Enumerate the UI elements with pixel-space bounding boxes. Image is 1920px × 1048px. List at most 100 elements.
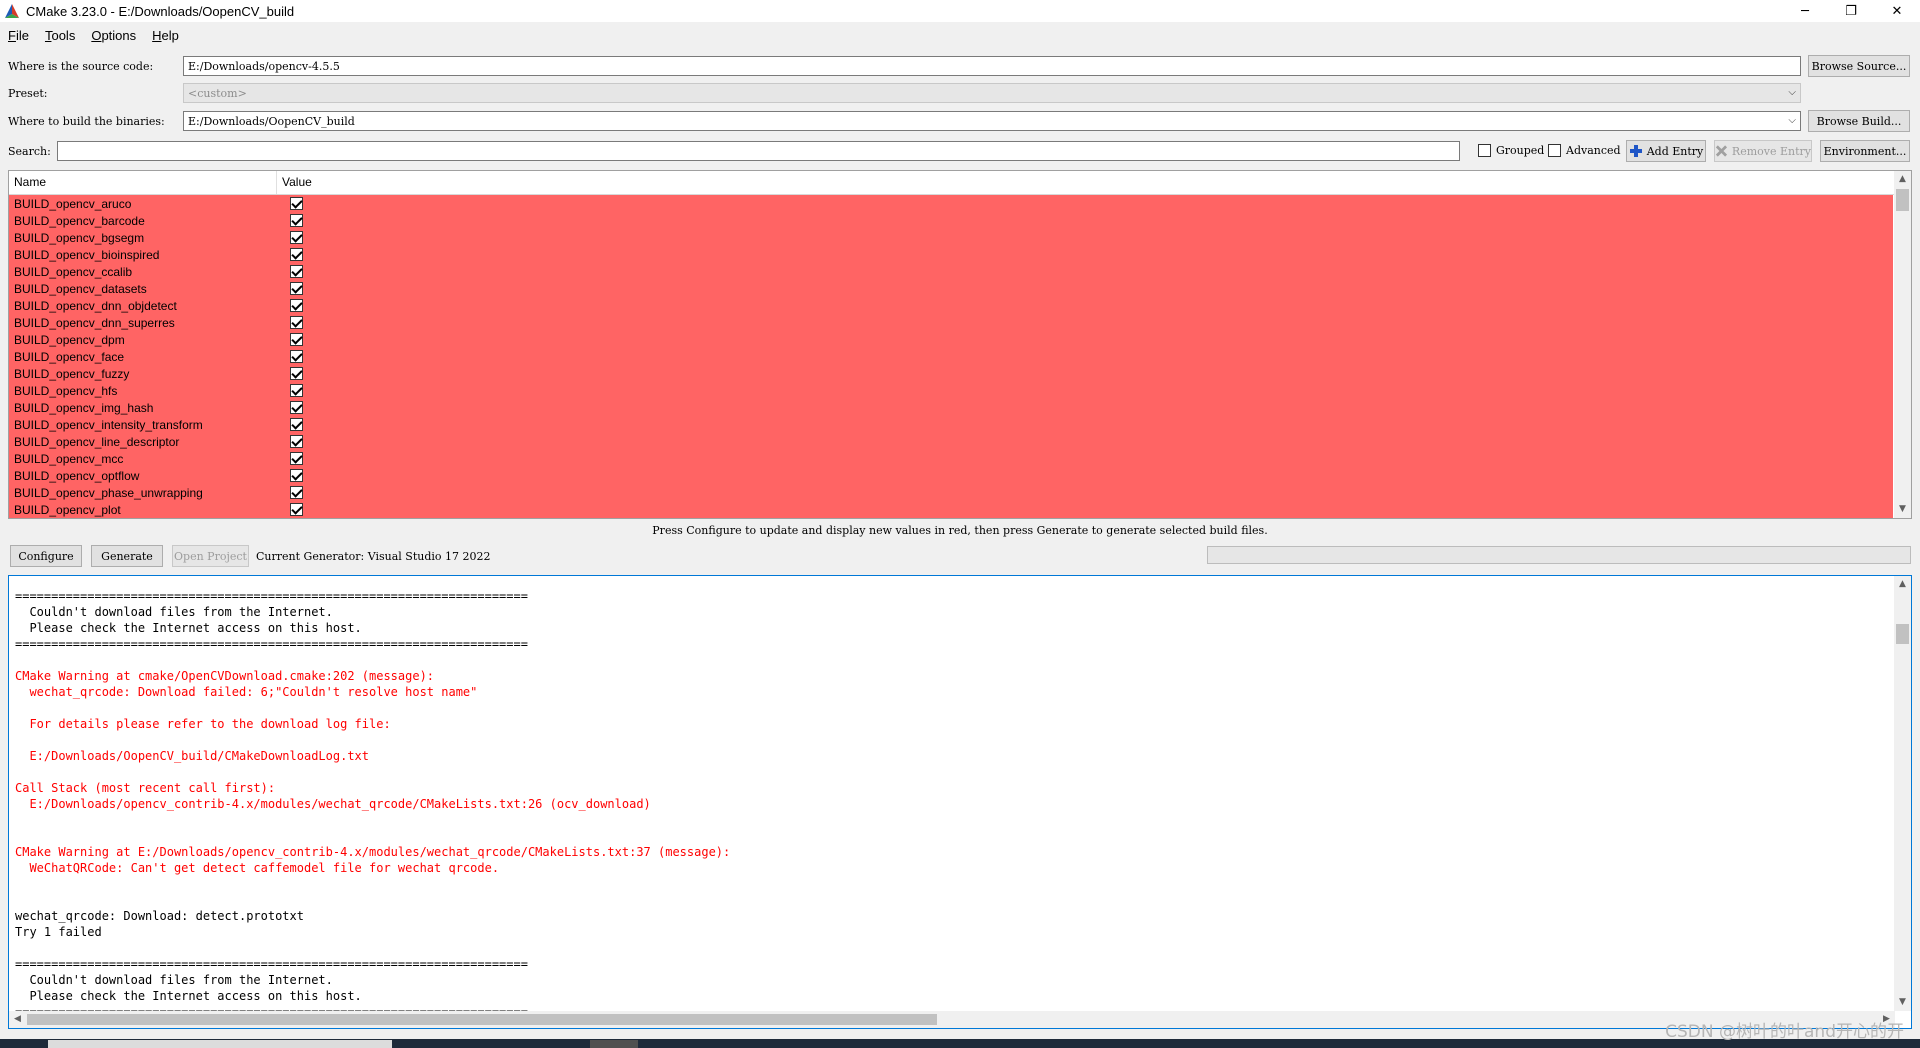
cache-entry-name: BUILD_opencv_ccalib	[14, 264, 133, 279]
table-row[interactable]: BUILD_opencv_intensity_transform	[9, 416, 1893, 433]
table-row[interactable]: BUILD_opencv_ccalib	[9, 263, 1893, 280]
cache-entry-value	[277, 401, 1893, 414]
scroll-up-icon[interactable]: ▲	[1894, 576, 1911, 593]
value-checkbox[interactable]	[290, 367, 303, 380]
value-checkbox[interactable]	[290, 486, 303, 499]
source-label: Where is the source code:	[8, 60, 154, 73]
table-row[interactable]: BUILD_opencv_aruco	[9, 195, 1893, 212]
table-row[interactable]: BUILD_opencv_bgsegm	[9, 229, 1893, 246]
log-warning-line: E:/Downloads/opencv_contrib-4.x/modules/…	[15, 797, 651, 811]
cache-entry-value	[277, 452, 1893, 465]
cache-entry-name: BUILD_opencv_optflow	[14, 468, 140, 483]
table-row[interactable]: BUILD_opencv_bioinspired	[9, 246, 1893, 263]
table-row[interactable]: BUILD_opencv_dpm	[9, 331, 1893, 348]
advanced-checkbox[interactable]: Advanced	[1548, 144, 1621, 157]
value-checkbox[interactable]	[290, 248, 303, 261]
search-input[interactable]	[57, 141, 1460, 161]
menu-options[interactable]: Options	[83, 28, 144, 43]
value-checkbox[interactable]	[290, 401, 303, 414]
configure-hint: Press Configure to update and display ne…	[652, 524, 1268, 537]
binaries-path-value: E:/Downloads/OopenCV_build	[188, 115, 355, 128]
maximize-button[interactable]: ❐	[1828, 0, 1874, 22]
value-checkbox[interactable]	[290, 435, 303, 448]
taskbar-app[interactable]	[590, 1040, 638, 1048]
value-checkbox[interactable]	[290, 299, 303, 312]
cache-entry-value	[277, 384, 1893, 397]
close-button[interactable]: ✕	[1874, 0, 1920, 22]
source-path-field[interactable]: E:/Downloads/opencv-4.5.5	[183, 56, 1801, 76]
environment-button[interactable]: Environment...	[1820, 140, 1910, 162]
scroll-up-icon[interactable]: ▲	[1894, 171, 1911, 188]
table-row[interactable]: BUILD_opencv_datasets	[9, 280, 1893, 297]
value-checkbox[interactable]	[290, 503, 303, 516]
table-row[interactable]: BUILD_opencv_img_hash	[9, 399, 1893, 416]
generate-button[interactable]: Generate	[91, 545, 163, 567]
table-row[interactable]: BUILD_opencv_phase_unwrapping	[9, 484, 1893, 501]
table-row[interactable]: BUILD_opencv_barcode	[9, 212, 1893, 229]
value-checkbox[interactable]	[290, 469, 303, 482]
value-checkbox[interactable]	[290, 282, 303, 295]
table-row[interactable]: BUILD_opencv_dnn_superres	[9, 314, 1893, 331]
grouped-checkbox[interactable]: Grouped	[1478, 144, 1544, 157]
value-checkbox[interactable]	[290, 333, 303, 346]
menu-file[interactable]: File	[0, 28, 37, 43]
value-checkbox[interactable]	[290, 418, 303, 431]
browse-source-button[interactable]: Browse Source...	[1808, 55, 1910, 77]
value-checkbox[interactable]	[290, 350, 303, 363]
cache-entry-value	[277, 435, 1893, 448]
value-checkbox[interactable]	[290, 265, 303, 278]
value-checkbox[interactable]	[290, 197, 303, 210]
cache-entry-name: BUILD_opencv_fuzzy	[14, 366, 130, 381]
cache-entry-name: BUILD_opencv_bioinspired	[14, 247, 160, 262]
cache-table: Name Value BUILD_opencv_aruco BUILD_openc…	[8, 170, 1912, 519]
log-horizontal-scrollbar[interactable]: ◀ ▶	[9, 1011, 1895, 1028]
taskbar-search[interactable]	[48, 1040, 392, 1048]
chevron-down-icon[interactable]: ⌵	[1788, 113, 1796, 128]
cache-entry-value	[277, 469, 1893, 482]
menu-tools[interactable]: Tools	[37, 28, 83, 43]
value-checkbox[interactable]	[290, 452, 303, 465]
binaries-path-combo[interactable]: E:/Downloads/OopenCV_build ⌵	[183, 111, 1801, 131]
cache-entry-name: BUILD_opencv_line_descriptor	[14, 434, 180, 449]
value-checkbox[interactable]	[290, 316, 303, 329]
configure-button[interactable]: Configure	[10, 545, 82, 567]
scroll-thumb[interactable]	[27, 1014, 937, 1025]
value-checkbox[interactable]	[290, 384, 303, 397]
menu-help[interactable]: Help	[144, 28, 187, 43]
log-line: Couldn't download files from the Interne…	[15, 973, 333, 987]
chevron-down-icon: ⌵	[1788, 87, 1796, 98]
log-warning-line: WeChatQRCode: Can't get detect caffemode…	[15, 861, 500, 875]
scroll-thumb[interactable]	[1896, 624, 1909, 644]
table-row[interactable]: BUILD_opencv_hfs	[9, 382, 1893, 399]
scroll-down-icon[interactable]: ▼	[1894, 501, 1911, 518]
plus-icon	[1629, 145, 1642, 157]
scroll-thumb[interactable]	[1896, 189, 1909, 211]
table-row[interactable]: BUILD_opencv_mcc	[9, 450, 1893, 467]
table-row[interactable]: BUILD_opencv_optflow	[9, 467, 1893, 484]
table-row[interactable]: BUILD_opencv_fuzzy	[9, 365, 1893, 382]
table-row[interactable]: BUILD_opencv_dnn_objdetect	[9, 297, 1893, 314]
value-checkbox[interactable]	[290, 231, 303, 244]
add-entry-button[interactable]: Add Entry	[1626, 140, 1706, 162]
cache-entry-value	[277, 282, 1893, 295]
scroll-down-icon[interactable]: ▼	[1894, 994, 1911, 1011]
cache-entry-name: BUILD_opencv_mcc	[14, 451, 124, 466]
scroll-left-icon[interactable]: ◀	[9, 1011, 26, 1028]
table-vertical-scrollbar[interactable]: ▲ ▼	[1894, 171, 1911, 518]
log-warning-line	[15, 812, 730, 828]
minimize-button[interactable]: ─	[1782, 0, 1828, 22]
log-vertical-scrollbar[interactable]: ▲ ▼	[1894, 576, 1911, 1011]
cache-entry-value	[277, 248, 1893, 261]
column-header-value[interactable]: Value	[277, 171, 1911, 194]
watermark: CSDN @树叶的叶and开心的开	[1665, 1022, 1904, 1042]
table-row[interactable]: BUILD_opencv_plot	[9, 501, 1893, 518]
column-header-name[interactable]: Name	[9, 171, 277, 194]
output-log[interactable]: ========================================…	[8, 575, 1912, 1029]
table-row[interactable]: BUILD_opencv_face	[9, 348, 1893, 365]
table-row[interactable]: BUILD_opencv_line_descriptor	[9, 433, 1893, 450]
value-checkbox[interactable]	[290, 214, 303, 227]
browse-build-button[interactable]: Browse Build...	[1808, 110, 1910, 132]
